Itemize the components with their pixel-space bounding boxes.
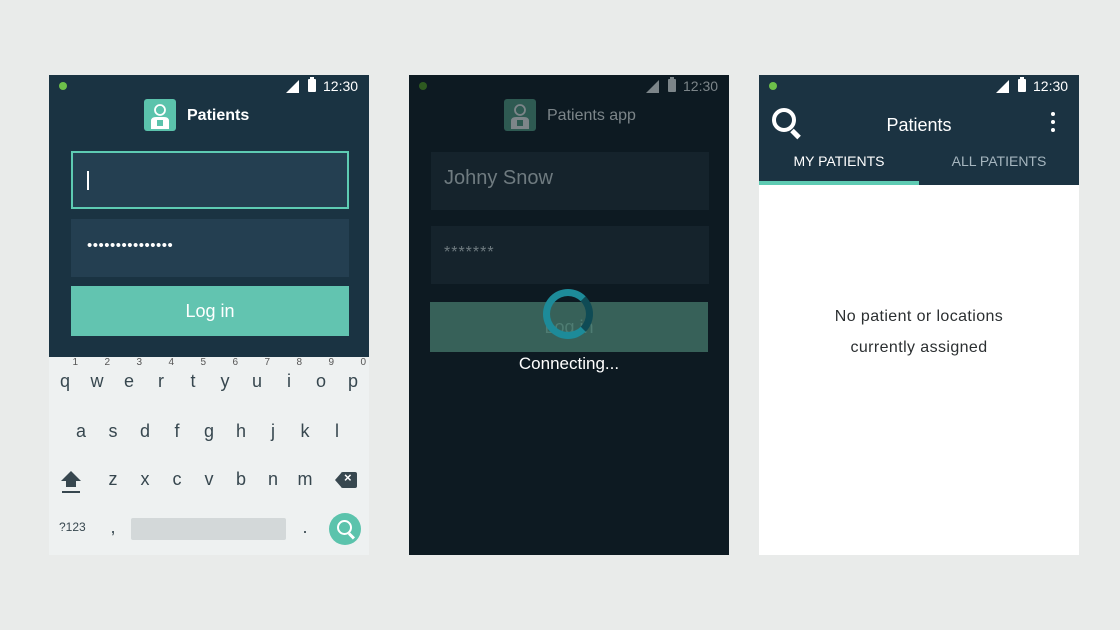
connecting-screen: 12:30 Patients app Johny Snow ******* Lo…: [409, 75, 729, 555]
active-tab-indicator: [759, 181, 919, 185]
key-k[interactable]: k: [289, 421, 321, 442]
key-number-hint: 4: [168, 357, 174, 368]
battery-icon: [308, 77, 316, 92]
backspace-key-icon[interactable]: ×: [335, 470, 357, 488]
status-bar: 12:30: [409, 75, 729, 97]
app-title: Patients app: [547, 107, 636, 124]
key-number-hint: 7: [264, 357, 270, 368]
username-input[interactable]: Johny Snow: [431, 152, 709, 210]
shift-key-icon[interactable]: [60, 471, 82, 497]
username-input[interactable]: [71, 151, 349, 209]
password-mask: •••••••••••••••: [87, 237, 174, 254]
signal-icon: [286, 80, 299, 93]
app-bar: 12:30 Patients MY PATIENTS ALL PATIENTS: [759, 75, 1079, 185]
more-options-icon[interactable]: [1051, 112, 1055, 138]
app-doctor-icon: [504, 99, 536, 131]
key-a[interactable]: a: [65, 421, 97, 442]
text-caret: [87, 171, 89, 190]
key-label: p: [347, 371, 358, 391]
key-e[interactable]: 3e: [113, 357, 145, 392]
app-header: Patients app: [409, 99, 729, 133]
status-time: 12:30: [1033, 78, 1069, 94]
app-doctor-icon: [144, 99, 176, 131]
app-header: Patients: [49, 99, 369, 133]
key-d[interactable]: d: [129, 421, 161, 442]
status-time: 12:30: [683, 78, 719, 94]
key-label: w: [90, 371, 104, 391]
key-g[interactable]: g: [193, 421, 225, 442]
status-bar: 12:30: [49, 75, 369, 97]
login-screen: 12:30 Patients ••••••••••••••• Log in 1q…: [49, 75, 369, 555]
empty-state-line: No patient or locations: [834, 308, 1004, 325]
key-label: o: [315, 371, 326, 391]
period-key[interactable]: .: [289, 517, 321, 538]
key-l[interactable]: l: [321, 421, 353, 442]
password-mask: *******: [444, 244, 495, 261]
symbols-key[interactable]: ?123: [59, 520, 86, 534]
empty-state-line: currently assigned: [850, 339, 988, 356]
notification-dot-icon: [59, 82, 67, 90]
key-r[interactable]: 4r: [145, 357, 177, 392]
key-number-hint: 9: [328, 357, 334, 368]
notification-dot-icon: [419, 82, 427, 90]
key-i[interactable]: 8i: [273, 357, 305, 392]
connecting-status: Connecting...: [518, 354, 620, 373]
patients-screen: 12:30 Patients MY PATIENTS ALL PATIENTS …: [759, 75, 1079, 555]
status-bar: 12:30: [759, 75, 1079, 97]
battery-icon: [668, 77, 676, 92]
battery-icon: [1018, 77, 1026, 92]
key-number-hint: 0: [360, 357, 366, 368]
password-input[interactable]: *******: [431, 226, 709, 284]
soft-keyboard: 1q2w3e4r5t6y7u8i9o0p asdfghjkl zxcvbnm ×…: [49, 357, 369, 555]
key-v[interactable]: v: [193, 469, 225, 490]
key-f[interactable]: f: [161, 421, 193, 442]
space-bar[interactable]: [131, 518, 286, 540]
login-button[interactable]: Log in: [71, 286, 349, 336]
notification-dot-icon: [769, 82, 777, 90]
key-w[interactable]: 2w: [81, 357, 113, 392]
key-t[interactable]: 5t: [177, 357, 209, 392]
key-h[interactable]: h: [225, 421, 257, 442]
key-label: r: [158, 371, 164, 391]
username-value: Johny Snow: [444, 167, 553, 189]
key-label: t: [190, 371, 196, 391]
app-title: Patients: [187, 107, 250, 124]
key-number-hint: 3: [136, 357, 142, 368]
key-number-hint: 5: [200, 357, 206, 368]
signal-icon: [996, 80, 1009, 93]
password-input[interactable]: •••••••••••••••: [71, 219, 349, 277]
key-label: u: [251, 371, 262, 391]
key-n[interactable]: n: [257, 469, 289, 490]
key-label: q: [59, 371, 70, 391]
tab-my-patients[interactable]: MY PATIENTS: [759, 150, 919, 185]
signal-icon: [646, 80, 659, 93]
key-number-hint: 2: [104, 357, 110, 368]
key-number-hint: 8: [296, 357, 302, 368]
key-label: e: [123, 371, 134, 391]
key-number-hint: 1: [72, 357, 78, 368]
key-p[interactable]: 0p: [337, 357, 369, 392]
key-c[interactable]: c: [161, 469, 193, 490]
key-b[interactable]: b: [225, 469, 257, 490]
key-number-hint: 6: [232, 357, 238, 368]
key-label: y: [220, 371, 230, 391]
page-title: Patients: [886, 115, 952, 135]
tab-all-patients[interactable]: ALL PATIENTS: [919, 150, 1079, 185]
key-u[interactable]: 7u: [241, 357, 273, 392]
key-x[interactable]: x: [129, 469, 161, 490]
empty-state-message: No patient or locations currently assign…: [759, 301, 1079, 363]
key-o[interactable]: 9o: [305, 357, 337, 392]
key-label: i: [287, 371, 291, 391]
key-y[interactable]: 6y: [209, 357, 241, 392]
key-q[interactable]: 1q: [49, 357, 81, 392]
key-s[interactable]: s: [97, 421, 129, 442]
key-m[interactable]: m: [289, 469, 321, 490]
key-j[interactable]: j: [257, 421, 289, 442]
loading-spinner-icon: [543, 289, 593, 339]
search-key-icon[interactable]: [329, 513, 361, 545]
comma-key[interactable]: ,: [97, 517, 129, 538]
key-z[interactable]: z: [97, 469, 129, 490]
status-time: 12:30: [323, 78, 359, 94]
